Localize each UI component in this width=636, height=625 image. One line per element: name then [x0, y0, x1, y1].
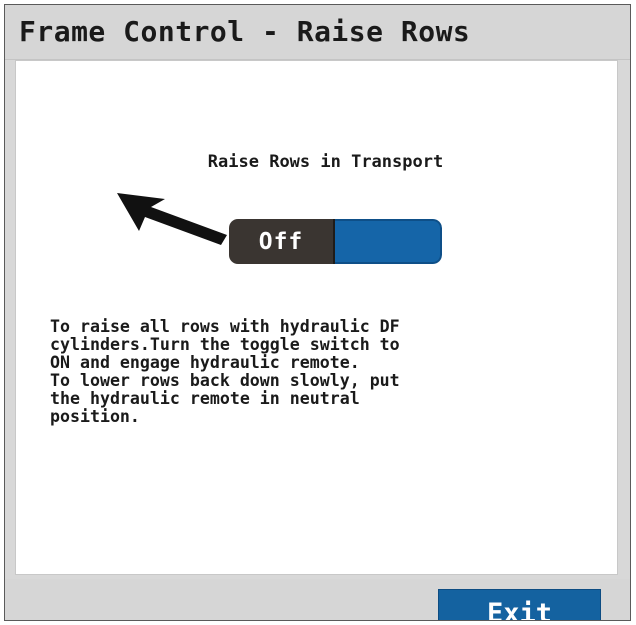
toggle-on-segment[interactable] [335, 219, 442, 264]
content-panel: Raise Rows in Transport Off To raise all… [15, 60, 618, 575]
instruction-line: To lower rows back down slowly, put [50, 371, 400, 390]
arrow-icon [117, 193, 227, 245]
page-title: Frame Control - Raise Rows [19, 15, 471, 48]
instruction-line: To raise all rows with hydraulic DF [50, 317, 400, 336]
instruction-line: the hydraulic remote in neutral [50, 389, 360, 408]
exit-button[interactable]: Exit [438, 589, 601, 620]
instruction-line: ON and engage hydraulic remote. [50, 353, 360, 372]
instruction-line: position. [50, 407, 140, 426]
toggle-off-segment[interactable]: Off [229, 219, 335, 264]
instruction-line: cylinders.Turn the toggle switch to [50, 335, 400, 354]
dialog-window: Frame Control - Raise Rows Raise Rows in… [4, 4, 631, 621]
toggle-heading: Raise Rows in Transport [207, 152, 444, 172]
raise-rows-toggle[interactable]: Off [229, 219, 442, 264]
instructions-text: To raise all rows with hydraulic DF cyli… [50, 318, 615, 426]
title-bar: Frame Control - Raise Rows [5, 5, 630, 60]
